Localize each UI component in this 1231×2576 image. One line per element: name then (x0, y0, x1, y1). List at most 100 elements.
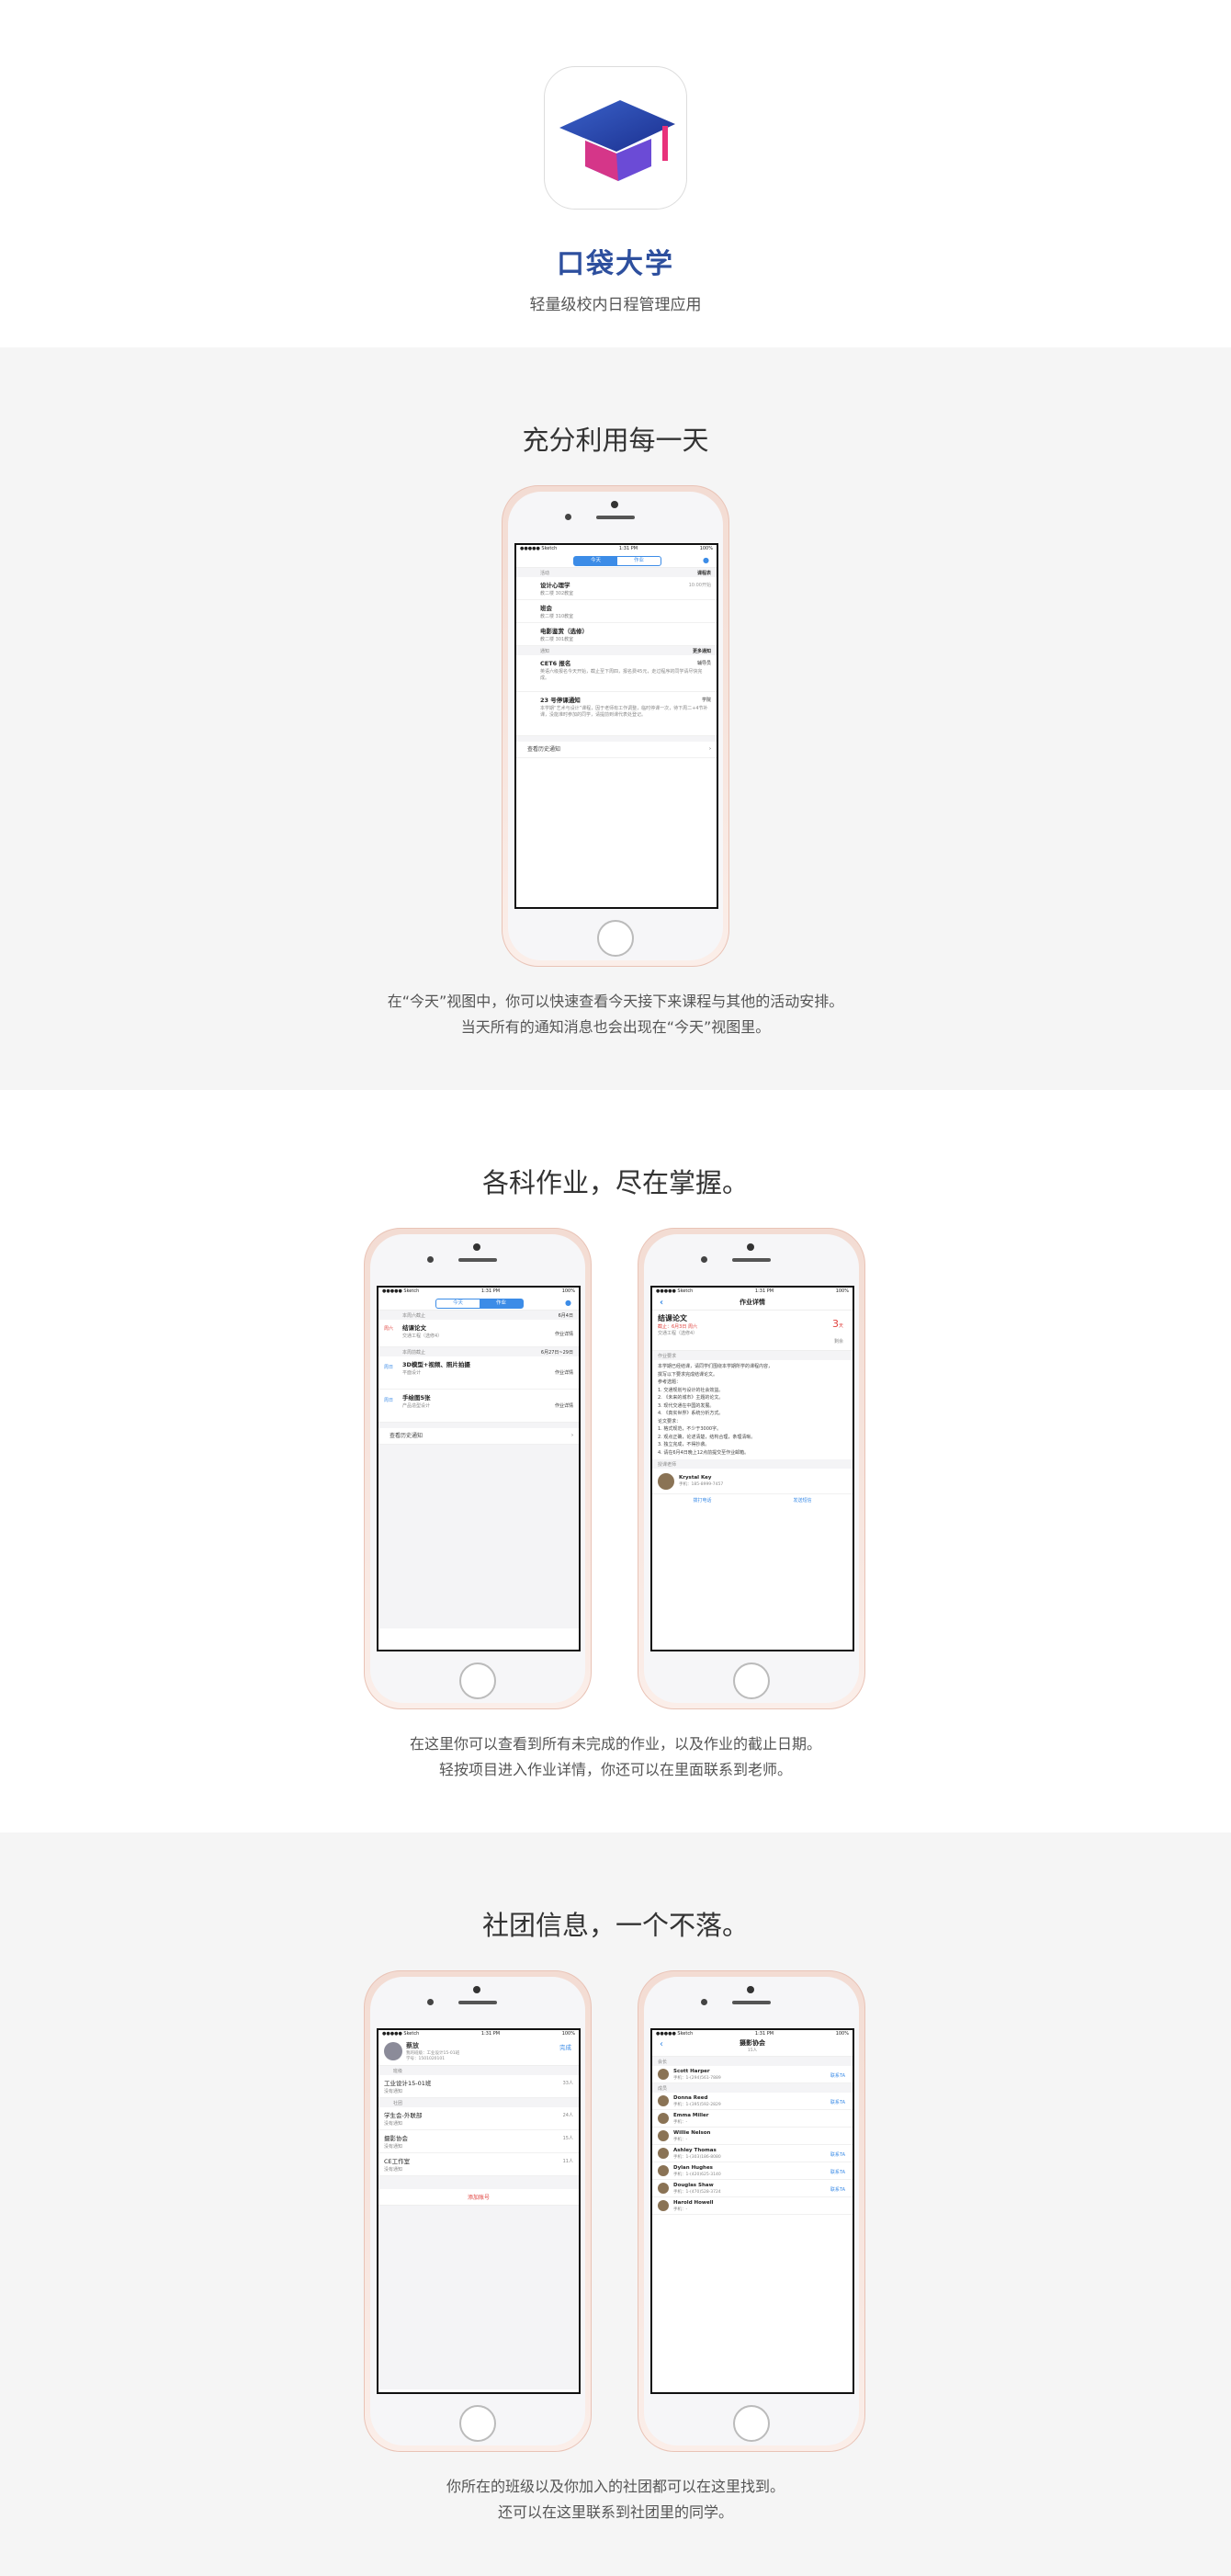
group-date: 6月27日~29日 (540, 1350, 573, 1356)
homework-item[interactable]: 周六 结课论文 交通工程（选修4） 作业详情 (378, 1320, 579, 1347)
homework-item[interactable]: 周日 3D模型+视频、照片拍摄 平面设计 作业详情 (378, 1356, 579, 1390)
member-row[interactable]: Willie Nelson 手机：- (652, 2128, 853, 2145)
member-row[interactable]: Donna Reed 手机：1-(395)592-2829 联系TA (652, 2093, 853, 2110)
member-header: 成员 (652, 2083, 853, 2093)
homework-course: 平面设计 (402, 1370, 422, 1376)
schedule-more-link[interactable]: 课程表 (697, 570, 711, 576)
notice-from: 辅导员 (696, 661, 711, 666)
contact-button[interactable]: 联系TA (830, 2169, 845, 2175)
homework-detail-link[interactable]: 作业详情 (555, 1402, 573, 1409)
hero: 口袋大学 轻量级校内日程管理应用 (0, 0, 1231, 347)
requirement-body: 本学期已经结课，请同学们围绕本学期所学的课程内容， 撰写以下要求完成结课论文。 … (652, 1360, 853, 1459)
history-label: 查看历史通知 (527, 746, 561, 753)
app-icon (544, 66, 687, 210)
member-phone: 手机：- (673, 2207, 688, 2212)
leader-header: 会长 (652, 2057, 853, 2066)
contact-button[interactable]: 联系TA (830, 2099, 845, 2105)
tab-today[interactable]: 今天 (574, 557, 617, 565)
member-avatar (658, 2095, 669, 2106)
schedule-header: 活动 课程表 (516, 568, 717, 577)
battery: 100% (835, 2031, 849, 2037)
history-link[interactable]: 查看历史通知 › (378, 1428, 579, 1445)
club-count: 15人 (562, 2136, 573, 2141)
member-row[interactable]: Dylan Hughes 手机：1-(420)625-3140 联系TA (652, 2162, 853, 2180)
member-name: Willie Nelson (673, 2129, 711, 2136)
contact-button[interactable]: 联系TA (830, 2186, 845, 2193)
class-row[interactable]: 工业设计15-01班 没有通知 33人 (378, 2075, 579, 2098)
class-place: 教二楼 310教室 (540, 614, 574, 619)
section-homework: 各科作业，尽在掌握。 ●●●●● Sketch 1:31 PM 100% 今天 作业 … (0, 1090, 1231, 1833)
member-row[interactable]: Ashley Thomas 手机：1-(303)186-8080 联系TA (652, 2145, 853, 2162)
class-place: 教二楼 301教室 (540, 637, 574, 642)
avatar[interactable] (384, 2042, 402, 2060)
member-row[interactable]: Douglas Shaw 手机：1-(470)528-3724 联系TA (652, 2180, 853, 2197)
member-row[interactable]: Emma Miller 手机：- (652, 2110, 853, 2128)
battery: 100% (835, 1288, 849, 1294)
segment-control[interactable]: 今天 作业 (435, 1299, 524, 1309)
contact-button[interactable]: 联系TA (830, 2072, 845, 2079)
tab-homework[interactable]: 作业 (617, 557, 661, 565)
homework-item[interactable]: 周日 手绘图5张 产品造型设计 作业详情 (378, 1390, 579, 1423)
desc-line: 还可以在这里联系到社团里的同学。 (497, 2503, 733, 2521)
desc-line: 轻按项目进入作业详情，你还可以在里面联系到老师。 (438, 1761, 792, 1778)
class-item[interactable]: 设计心理学 教二楼 302教室 10:00开始 (516, 577, 717, 600)
add-account-button[interactable]: 添加账号 (378, 2189, 579, 2206)
class-item[interactable]: 电影鉴赏（选修） 教二楼 301教室 (516, 623, 717, 646)
clock: 1:31 PM (480, 2031, 501, 2037)
home-button (459, 2405, 496, 2442)
battery: 100% (561, 2031, 575, 2037)
class-name: 电影鉴赏（选修） (540, 628, 588, 635)
requirement-label: 作业要求 (652, 1351, 853, 1360)
detail-deadline: 截止：6月3日 周六 (658, 1324, 697, 1330)
contact-button[interactable]: 联系TA (830, 2151, 845, 2158)
club-name: 摄影协会 (384, 2135, 408, 2142)
member-name: Emma Miller (673, 2112, 709, 2118)
class-item[interactable]: 班会 教二楼 310教室 (516, 600, 717, 623)
notice-more-link[interactable]: 更多通知 (693, 648, 711, 654)
notice-item[interactable]: 23 号停课通知 学院 本学期“艺术与设计”课程，因于老师有工作调整，临时停课一次，… (516, 692, 717, 736)
phone-club: ●●●●● Sketch 1:31 PM 100% ‹ 摄影协会 15人 会长 Sc… (638, 1970, 865, 2452)
club-title: 摄影协会 (740, 2039, 765, 2047)
history-link[interactable]: 查看历史通知 › (516, 742, 717, 758)
desc-line: 在这里你可以查看到所有未完成的作业，以及作业的截止日期。 (409, 1735, 821, 1753)
done-button[interactable]: 完成 (559, 2042, 571, 2051)
clock: 1:31 PM (754, 2031, 774, 2037)
back-icon[interactable]: ‹ (660, 1296, 663, 1310)
profile-icon[interactable]: ● (703, 556, 709, 564)
club-sub: 没有通知 (384, 2121, 403, 2127)
club-count: 24人 (562, 2113, 573, 2118)
member-avatar (658, 2113, 669, 2124)
club-row[interactable]: CE工作室 没有通知 11人 (378, 2153, 579, 2176)
user-id: 学号：1501020101 (406, 2057, 446, 2061)
tab-today[interactable]: 今天 (436, 1299, 480, 1308)
homework-detail-link[interactable]: 作业详情 (555, 1369, 573, 1376)
call-button[interactable]: 拨打电话 (693, 1497, 711, 1504)
member-name: Donna Reed (673, 2094, 708, 2101)
club-row[interactable]: 学生会-外联部 没有通知 24人 (378, 2107, 579, 2130)
notice-item[interactable]: CET6 报名 辅导员 英语六级报名今天开始，截止至下周四，报名费45元，走过程序的… (516, 655, 717, 692)
desc-line: 你所在的班级以及你加入的社团都可以在这里找到。 (446, 2478, 785, 2495)
home-button (733, 1662, 770, 1699)
section-desc: 在这里你可以查看到所有未完成的作业，以及作业的截止日期。 轻按项目进入作业详情，你… (0, 1731, 1231, 1783)
member-row[interactable]: Scott Harper 手机：1-(294)561-7889 联系TA (652, 2066, 853, 2083)
member-phone: 手机：1-(420)625-3140 (673, 2172, 721, 2177)
homework-detail-link[interactable]: 作业详情 (555, 1331, 573, 1337)
clock: 1:31 PM (754, 1288, 774, 1294)
homework-tag: 周日 (384, 1398, 394, 1403)
profile-icon[interactable]: ● (565, 1299, 571, 1307)
req-line: 撰写以下要求完成结课论文。 (658, 1371, 718, 1378)
home-button (733, 2405, 770, 2442)
tab-homework[interactable]: 作业 (480, 1299, 523, 1308)
member-row[interactable]: Harold Howell 手机：- (652, 2197, 853, 2215)
club-header: 社团 (378, 2098, 579, 2107)
back-icon[interactable]: ‹ (660, 2039, 663, 2049)
clock: 1:31 PM (618, 546, 638, 551)
class-place: 教二楼 302教室 (540, 591, 574, 596)
req-line: 3. 独立完成，不得抄袭。 (658, 1442, 710, 1447)
days-unit: 天 (838, 1323, 843, 1329)
sms-button[interactable]: 发送短信 (793, 1497, 811, 1504)
club-row[interactable]: 摄影协会 没有通知 15人 (378, 2130, 579, 2153)
club-count: 11人 (562, 2159, 573, 2164)
member-phone: 手机：1-(395)592-2829 (673, 2102, 721, 2107)
segment-control[interactable]: 今天 作业 (573, 556, 661, 566)
